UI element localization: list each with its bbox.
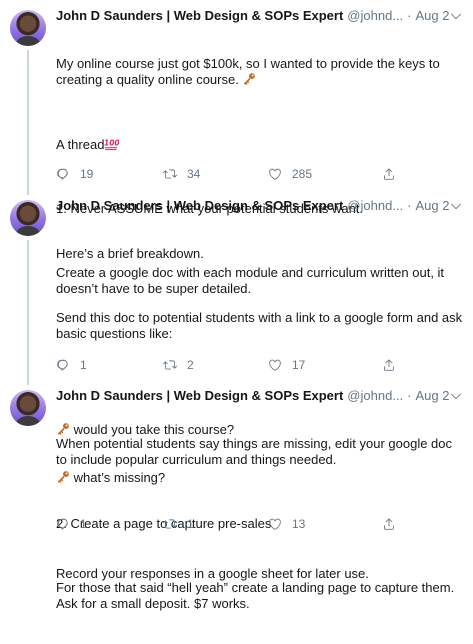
author-handle[interactable]: @johnd...	[347, 197, 403, 215]
reply-count: 1	[80, 517, 87, 531]
key-icon	[242, 72, 256, 86]
tweet-3[interactable]: John D Saunders | Web Design & SOPs Expe…	[0, 380, 473, 611]
tweet-paragraph: For those that said “hell yeah” create a…	[56, 580, 458, 611]
tweet-paragraph: A thread	[56, 136, 465, 153]
tweet-header: John D Saunders | Web Design & SOPs Expe…	[56, 387, 463, 405]
share-icon	[382, 167, 396, 181]
tweet-paragraph: My online course just got $100k, so I wa…	[56, 56, 444, 87]
chevron-down-icon[interactable]	[449, 199, 463, 213]
retweet-count: 1	[187, 517, 194, 531]
retweet-button[interactable]: 2	[163, 356, 194, 374]
author-name[interactable]: John D Saunders | Web Design & SOPs Expe…	[56, 197, 343, 215]
retweet-button[interactable]: 1	[163, 515, 194, 533]
tweet-2[interactable]: John D Saunders | Web Design & SOPs Expe…	[0, 190, 473, 581]
heart-icon	[268, 517, 282, 531]
share-icon	[382, 358, 396, 372]
retweet-icon	[163, 358, 177, 372]
avatar[interactable]	[10, 390, 46, 426]
tweet-actions: 1 2 17	[56, 356, 416, 374]
reply-count: 1	[80, 358, 87, 372]
avatar[interactable]	[10, 10, 46, 46]
retweet-count: 2	[187, 358, 194, 372]
retweet-count: 34	[187, 167, 201, 181]
author-handle[interactable]: @johnd...	[347, 7, 403, 25]
reply-button[interactable]: 1	[56, 356, 87, 374]
retweet-icon	[163, 167, 177, 181]
heart-icon	[268, 358, 282, 372]
author-handle[interactable]: @johnd...	[347, 387, 403, 405]
tweet-1[interactable]: John D Saunders | Web Design & SOPs Expe…	[0, 0, 473, 296]
tweet-paragraph: Send this doc to potential students with…	[56, 310, 466, 341]
share-button[interactable]	[382, 356, 396, 374]
heart-icon	[268, 167, 282, 181]
tweet-actions: 19 34 285	[56, 165, 416, 183]
retweet-icon	[163, 517, 177, 531]
author-name[interactable]: John D Saunders | Web Design & SOPs Expe…	[56, 7, 343, 25]
tweet-paragraph: When potential students say things are m…	[56, 436, 456, 467]
tweet-date[interactable]: Aug 2	[415, 7, 449, 25]
like-count: 13	[292, 517, 306, 531]
like-count: 17	[292, 358, 306, 372]
separator: ·	[407, 8, 412, 23]
tweet-actions: 1 1 13	[56, 515, 416, 533]
reply-button[interactable]: 19	[56, 165, 93, 183]
reply-button[interactable]: 1	[56, 515, 87, 533]
hundred-points-icon	[104, 136, 119, 151]
tweet-date[interactable]: Aug 2	[415, 387, 449, 405]
reply-count: 19	[80, 167, 94, 181]
thread-connector	[27, 50, 29, 195]
thread-connector	[27, 240, 29, 385]
tweet-header: John D Saunders | Web Design & SOPs Expe…	[56, 197, 463, 215]
avatar[interactable]	[10, 200, 46, 236]
reply-icon	[56, 167, 70, 181]
reply-icon	[56, 358, 70, 372]
share-icon	[382, 517, 396, 531]
tweet-paragraph: Here’s a brief breakdown.	[56, 246, 204, 261]
tweet-header: John D Saunders | Web Design & SOPs Expe…	[56, 7, 463, 25]
like-count: 285	[292, 167, 313, 181]
retweet-button[interactable]: 34	[163, 165, 200, 183]
separator: ·	[407, 198, 412, 213]
like-button[interactable]: 285	[268, 165, 312, 183]
author-name[interactable]: John D Saunders | Web Design & SOPs Expe…	[56, 387, 343, 405]
share-button[interactable]	[382, 515, 396, 533]
chevron-down-icon[interactable]	[449, 9, 463, 23]
separator: ·	[407, 388, 412, 403]
like-button[interactable]: 17	[268, 356, 305, 374]
tweet-date[interactable]: Aug 2	[415, 197, 449, 215]
reply-icon	[56, 517, 70, 531]
like-button[interactable]: 13	[268, 515, 305, 533]
share-button[interactable]	[382, 165, 396, 183]
chevron-down-icon[interactable]	[449, 389, 463, 403]
